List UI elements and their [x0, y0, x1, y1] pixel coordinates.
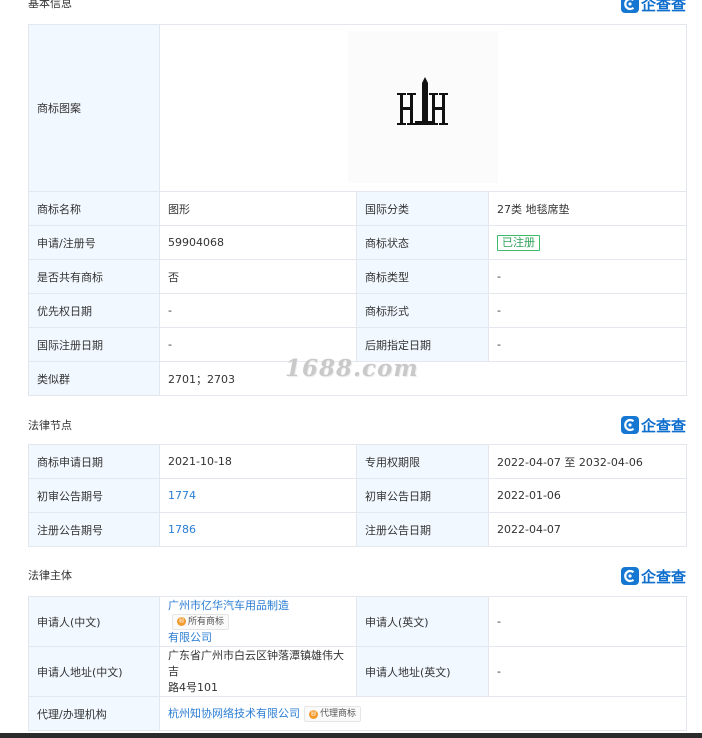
table-row: 优先权日期 - 商标形式 -: [28, 293, 688, 328]
brand-name: 企查查: [640, 0, 686, 14]
table-row: 是否共有商标 否 商标类型 -: [28, 259, 688, 294]
cell-label: 注册公告日期: [356, 512, 489, 547]
legal-nodes-table: 商标申请日期 2021-10-18 专用权期限 2022-04-07 至 203…: [28, 444, 687, 547]
agent-trademarks-tag[interactable]: ® 代理商标: [304, 706, 362, 722]
table-row: 商标申请日期 2021-10-18 专用权期限 2022-04-07 至 203…: [28, 444, 687, 479]
address-line1: 广东省广州市白云区钟落潭镇雄伟大吉: [168, 648, 344, 678]
exclusive-period-value: 2022-04-07 至 2032-04-06: [488, 444, 687, 479]
cell-label: 注册公告期号: [28, 512, 160, 547]
similar-group-value: 2701；2703: [158, 361, 688, 396]
cell-value: -: [487, 259, 688, 294]
trademark-image-label: 商标图案: [28, 24, 160, 192]
agent-link[interactable]: 杭州知协网络技术有限公司: [168, 707, 300, 720]
table-row: 代理/办理机构 杭州知协网络技术有限公司 ® 代理商标: [28, 696, 687, 731]
cell-label: 申请人地址(英文): [356, 646, 489, 697]
trademark-name-value: 图形: [159, 191, 357, 226]
registered-icon: ®: [177, 617, 186, 626]
cell-label: 申请人地址(中文): [28, 646, 160, 697]
table-row: 商标名称 图形 国际分类 27类 地毯席垫: [28, 191, 688, 226]
cell-value: -: [487, 293, 688, 328]
cell-value: 2022-01-06: [488, 478, 687, 513]
cell-value: 2022-04-07: [488, 512, 687, 547]
cell-label: 申请人(英文): [356, 596, 489, 647]
qichacha-c-icon: [620, 567, 639, 585]
status-badge: 已注册: [497, 234, 540, 251]
cell-label: 商标状态: [356, 225, 489, 260]
tag-label: 所有商标: [188, 616, 225, 627]
table-row: 申请/注册号 59904068 商标状态 已注册: [28, 225, 688, 260]
cell-value: -: [159, 293, 357, 328]
cell-label: 初审公告期号: [28, 478, 160, 513]
cell-label: 类似群: [28, 361, 160, 396]
trademark-logo-icon: [397, 77, 448, 125]
table-row: 初审公告期号 1774 初审公告日期 2022-01-06: [28, 478, 687, 513]
basic-info-table: 商标图案 商标名称 图形 国际分类 27类 地毯席垫 申请/注册号 599040…: [28, 24, 688, 396]
cell-label: 商标类型: [356, 259, 489, 294]
bottom-bar: [0, 733, 702, 738]
prelim-issue-link-cell: 1774: [159, 478, 357, 513]
trademark-image-cell: [158, 24, 688, 192]
address-line2: 路4号101: [168, 680, 218, 694]
address-cn-cell: 广东省广州市白云区钟落潭镇雄伟大吉 路4号101: [159, 646, 357, 697]
table-row: 申请人(中文) 广州市亿华汽车用品制造 ® 所有商标 有限公司 申请人(英文) -: [28, 596, 687, 647]
application-date-value: 2021-10-18: [159, 444, 357, 479]
qichacha-logo: 企查查: [620, 415, 686, 435]
cell-label: 申请/注册号: [28, 225, 160, 260]
agent-cell: 杭州知协网络技术有限公司 ® 代理商标: [159, 696, 687, 731]
cell-value: -: [488, 646, 687, 697]
prelim-issue-link[interactable]: 1774: [168, 489, 196, 502]
table-row: 注册公告期号 1786 注册公告日期 2022-04-07: [28, 512, 687, 547]
brand-name: 企查查: [640, 416, 686, 435]
reg-issue-link[interactable]: 1786: [168, 523, 196, 536]
cell-label: 商标名称: [28, 191, 160, 226]
cell-label: 商标申请日期: [28, 444, 160, 479]
legal-entity-table: 申请人(中文) 广州市亿华汽车用品制造 ® 所有商标 有限公司 申请人(英文) - …: [28, 596, 687, 731]
cell-label: 代理/办理机构: [28, 696, 160, 731]
table-row: 申请人地址(中文) 广东省广州市白云区钟落潭镇雄伟大吉 路4号101 申请人地址…: [28, 646, 687, 697]
watermark-1688: 1688.com: [285, 355, 419, 382]
table-row: 商标图案: [28, 24, 688, 192]
registration-number-value: 59904068: [159, 225, 357, 260]
cell-value: -: [488, 596, 687, 647]
status-cell: 已注册: [487, 225, 688, 260]
qichacha-c-icon: [620, 416, 639, 434]
tag-label: 代理商标: [320, 709, 357, 719]
qichacha-logo: 企查查: [620, 0, 686, 14]
cell-label: 申请人(中文): [28, 596, 160, 647]
cell-label: 国际分类: [356, 191, 489, 226]
section-title-legal-nodes: 法律节点: [28, 419, 72, 432]
qichacha-c-icon: [620, 0, 639, 13]
cell-label: 国际注册日期: [28, 327, 160, 362]
all-trademarks-tag[interactable]: ® 所有商标: [172, 613, 230, 630]
applicant-cn-cell: 广州市亿华汽车用品制造 ® 所有商标 有限公司: [159, 596, 357, 647]
qichacha-logo: 企查查: [620, 566, 686, 586]
cell-value: -: [487, 327, 688, 362]
cell-label: 初审公告日期: [356, 478, 489, 513]
section-title-basic-info: 基本信息: [28, 0, 72, 10]
cell-label: 优先权日期: [28, 293, 160, 328]
reg-issue-link-cell: 1786: [159, 512, 357, 547]
cell-value: 否: [159, 259, 357, 294]
cell-label: 专用权期限: [356, 444, 489, 479]
intl-class-value: 27类 地毯席垫: [487, 191, 688, 226]
brand-name: 企查查: [640, 567, 686, 586]
applicant-link[interactable]: 广州市亿华汽车用品制造: [168, 599, 289, 612]
registered-icon: ®: [309, 709, 318, 719]
cell-label: 是否共有商标: [28, 259, 160, 294]
applicant-link-line2[interactable]: 有限公司: [168, 631, 212, 644]
trademark-image[interactable]: [348, 31, 498, 183]
section-title-legal-entity: 法律主体: [28, 569, 72, 582]
cell-label: 商标形式: [356, 293, 489, 328]
